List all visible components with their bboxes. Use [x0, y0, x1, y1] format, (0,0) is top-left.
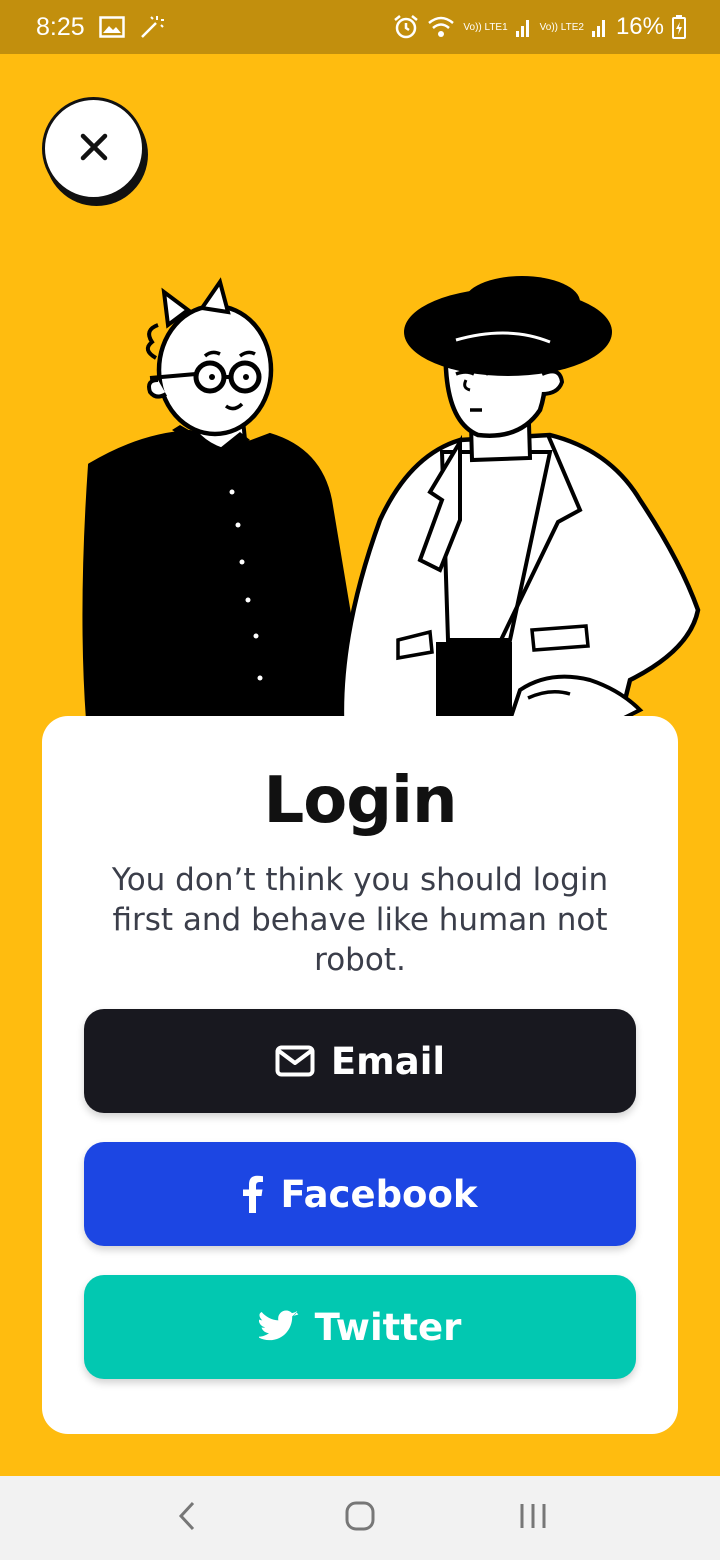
status-left: 8:25 [36, 13, 165, 42]
email-button-label: Email [330, 1039, 446, 1083]
alarm-icon [393, 14, 419, 40]
back-chevron-icon [177, 1500, 197, 1536]
email-login-button[interactable]: Email [84, 1009, 636, 1113]
recents-icon [518, 1502, 548, 1534]
status-right: Vo)) LTE1 Vo)) LTE2 16% [393, 13, 686, 41]
close-icon [79, 132, 109, 166]
system-nav-bar [0, 1476, 720, 1560]
facebook-button-label: Facebook [280, 1172, 478, 1216]
facebook-icon [242, 1175, 264, 1213]
recents-nav-button[interactable] [493, 1488, 573, 1548]
twitter-login-button[interactable]: Twitter [84, 1275, 636, 1379]
signal-icon-2 [591, 17, 608, 37]
gallery-icon [98, 16, 125, 38]
close-button-wrap [42, 97, 148, 209]
twitter-icon [258, 1310, 299, 1344]
signal-icon-1 [515, 17, 532, 37]
login-description: You don’t think you should login first a… [111, 862, 609, 978]
lte1-label: Vo)) LTE1 [463, 21, 508, 33]
people-illustration [80, 270, 720, 723]
login-title: Login [263, 764, 457, 838]
home-nav-button[interactable] [320, 1488, 400, 1548]
wifi-icon [427, 15, 455, 39]
home-icon [344, 1500, 376, 1536]
facebook-login-button[interactable]: Facebook [84, 1142, 636, 1246]
twitter-button-label: Twitter [314, 1305, 462, 1349]
battery-charging-icon [672, 15, 686, 39]
status-time: 8:25 [36, 12, 85, 41]
lte2-label: Vo)) LTE2 [539, 21, 584, 33]
battery-percent: 16% [615, 13, 664, 40]
back-nav-button[interactable] [147, 1488, 227, 1548]
close-button[interactable] [42, 97, 145, 200]
magic-wand-icon [139, 14, 165, 40]
status-bar: 8:25 Vo)) LTE1 Vo)) LTE2 16% [0, 0, 720, 54]
mail-icon [275, 1045, 315, 1077]
